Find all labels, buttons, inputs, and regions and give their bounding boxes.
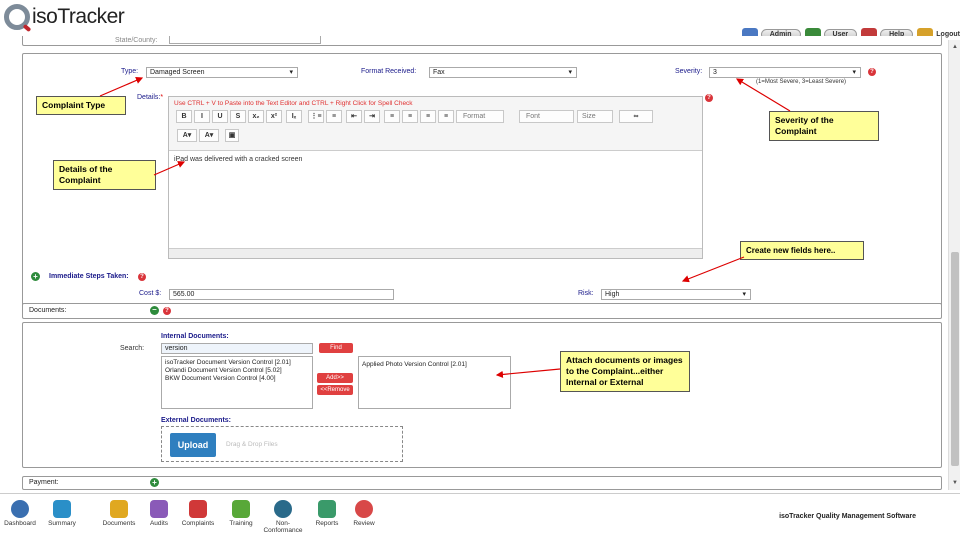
bottom-nav: Dashboard Summary Documents Audits Compl… [0,493,960,540]
nav-summary[interactable]: Summary [46,500,78,527]
arrow-attach [495,368,561,379]
brand-footer: isoTracker Quality Management Software [779,513,916,520]
arrow-new-fields [681,256,745,283]
scrollbar-thumb[interactable] [951,252,959,466]
callout-arrows [99,77,791,379]
arrow-complaint-type [99,77,144,97]
training-icon [232,500,250,518]
non-conformance-icon [274,500,292,518]
reports-icon [318,500,336,518]
complaints-icon [189,500,207,518]
arrow-severity [735,78,791,112]
nav-complaints[interactable]: Complaints [178,500,218,527]
audits-icon [150,500,168,518]
documents-icon [110,500,128,518]
app-root: isoTracker Admin User Help Logout State/… [0,0,960,540]
summary-icon [53,500,71,518]
nav-documents[interactable]: Documents [100,500,138,527]
dashboard-icon [11,500,29,518]
nav-dashboard[interactable]: Dashboard [4,500,36,527]
nav-reports[interactable]: Reports [312,500,342,527]
nav-audits[interactable]: Audits [146,500,172,527]
scroll-up-icon[interactable]: ▲ [952,44,958,50]
arrow-details [153,161,186,176]
review-icon [355,500,373,518]
vertical-scrollbar[interactable]: ▲ ▼ [948,40,960,490]
nav-training[interactable]: Training [226,500,256,527]
nav-non-conformance[interactable]: Non-Conformance [260,500,306,534]
nav-review[interactable]: Review [350,500,378,527]
scroll-down-icon[interactable]: ▼ [952,480,958,486]
